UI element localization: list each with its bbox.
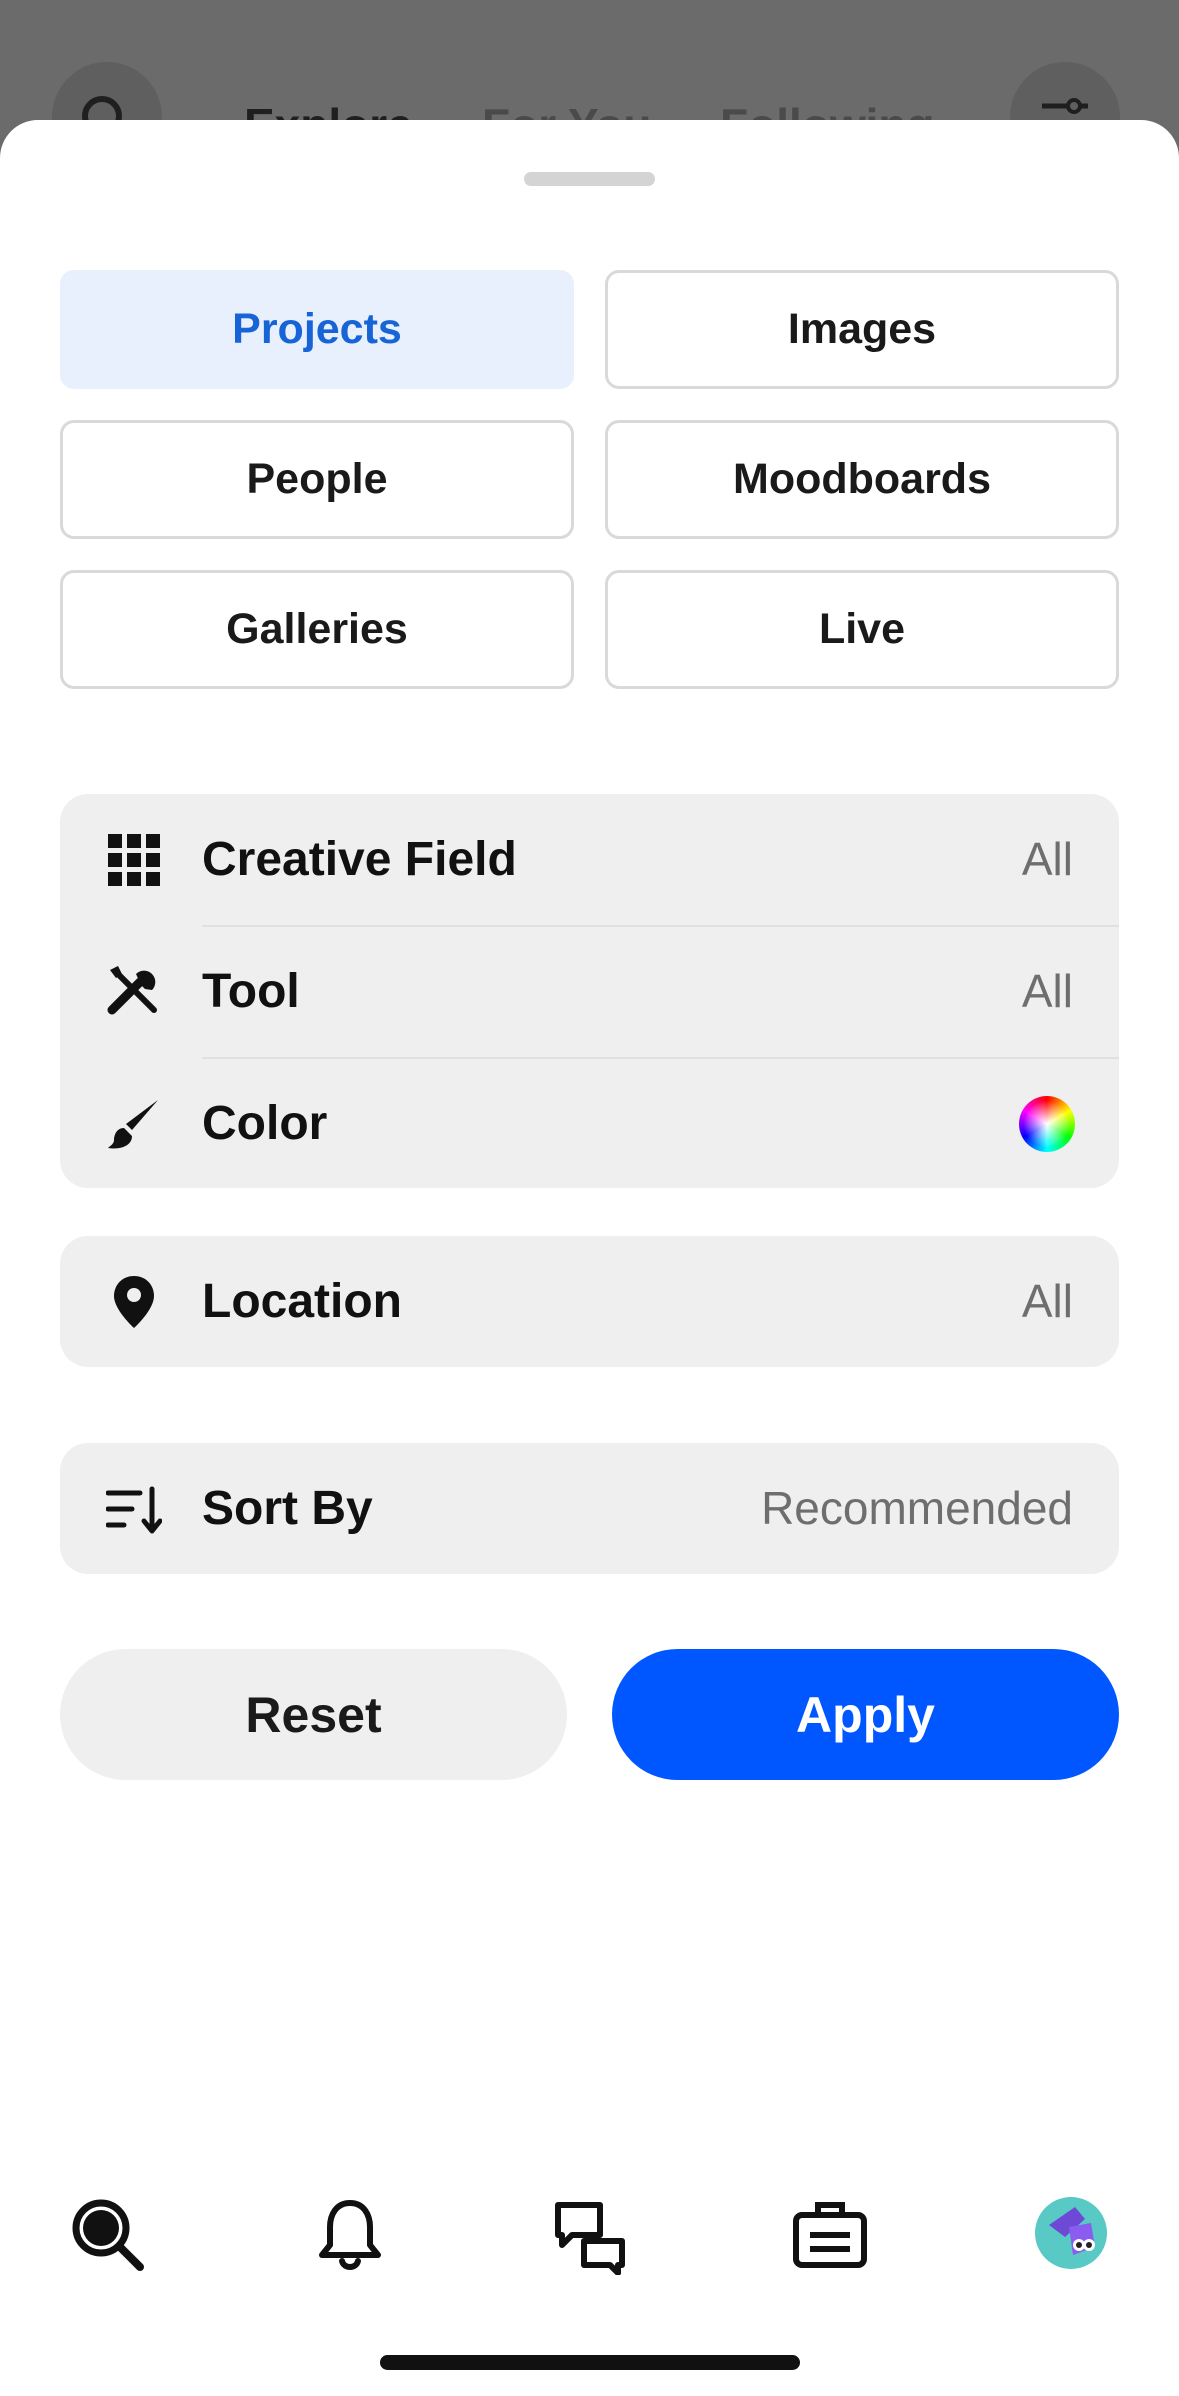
tab-search[interactable]: [68, 2195, 148, 2275]
filter-panel-main: Creative Field All Tool All Color: [60, 794, 1119, 1188]
tools-icon: [107, 966, 157, 1015]
sheet-grabber[interactable]: [524, 172, 655, 186]
type-moodboards[interactable]: Moodboards: [605, 420, 1119, 539]
sort-by-label: Sort By: [202, 1482, 373, 1535]
type-projects[interactable]: Projects: [60, 270, 574, 389]
grid-icon: [108, 834, 160, 886]
filter-panel-sort: Sort By Recommended: [60, 1443, 1119, 1574]
sort-by-row[interactable]: Sort By Recommended: [60, 1443, 1119, 1574]
tool-row[interactable]: Tool All: [60, 926, 1119, 1057]
tool-label: Tool: [202, 965, 300, 1018]
type-galleries[interactable]: Galleries: [60, 570, 574, 689]
reset-button[interactable]: Reset: [60, 1649, 567, 1780]
filter-panel-location: Location All: [60, 1236, 1119, 1367]
messages-icon: [555, 2202, 625, 2276]
type-people[interactable]: People: [60, 420, 574, 539]
tool-value: All: [1021, 965, 1073, 1017]
color-label: Color: [202, 1097, 328, 1150]
location-value: All: [1021, 1275, 1073, 1327]
sort-by-value: Recommended: [761, 1482, 1073, 1534]
filter-sheet: Projects Images People Moodboards Galler…: [0, 120, 1179, 2396]
tab-notifications[interactable]: [310, 2195, 390, 2275]
type-live[interactable]: Live: [605, 570, 1119, 689]
location-pin-icon: [114, 1276, 154, 1328]
avatar-illustration: [1049, 2207, 1095, 2255]
background-header: Explore For You Following: [0, 0, 1179, 172]
color-wheel-icon[interactable]: [1019, 1096, 1075, 1152]
tab-messages[interactable]: [550, 2195, 630, 2276]
location-label: Location: [202, 1275, 402, 1328]
location-row[interactable]: Location All: [60, 1236, 1119, 1367]
creative-field-value: All: [1021, 833, 1073, 885]
briefcase-icon: [793, 2202, 867, 2268]
bell-icon: [319, 2200, 381, 2270]
search-icon: [72, 2199, 144, 2271]
sort-icon: [106, 1486, 162, 1534]
type-images[interactable]: Images: [605, 270, 1119, 389]
apply-button[interactable]: Apply: [612, 1649, 1119, 1780]
creative-field-row[interactable]: Creative Field All: [60, 794, 1119, 925]
color-row[interactable]: Color: [60, 1058, 1119, 1189]
tab-profile-avatar[interactable]: [1035, 2197, 1107, 2269]
paintbrush-icon: [108, 1100, 158, 1149]
home-indicator: [380, 2355, 800, 2370]
creative-field-label: Creative Field: [202, 833, 517, 886]
tab-jobs[interactable]: [790, 2195, 870, 2275]
